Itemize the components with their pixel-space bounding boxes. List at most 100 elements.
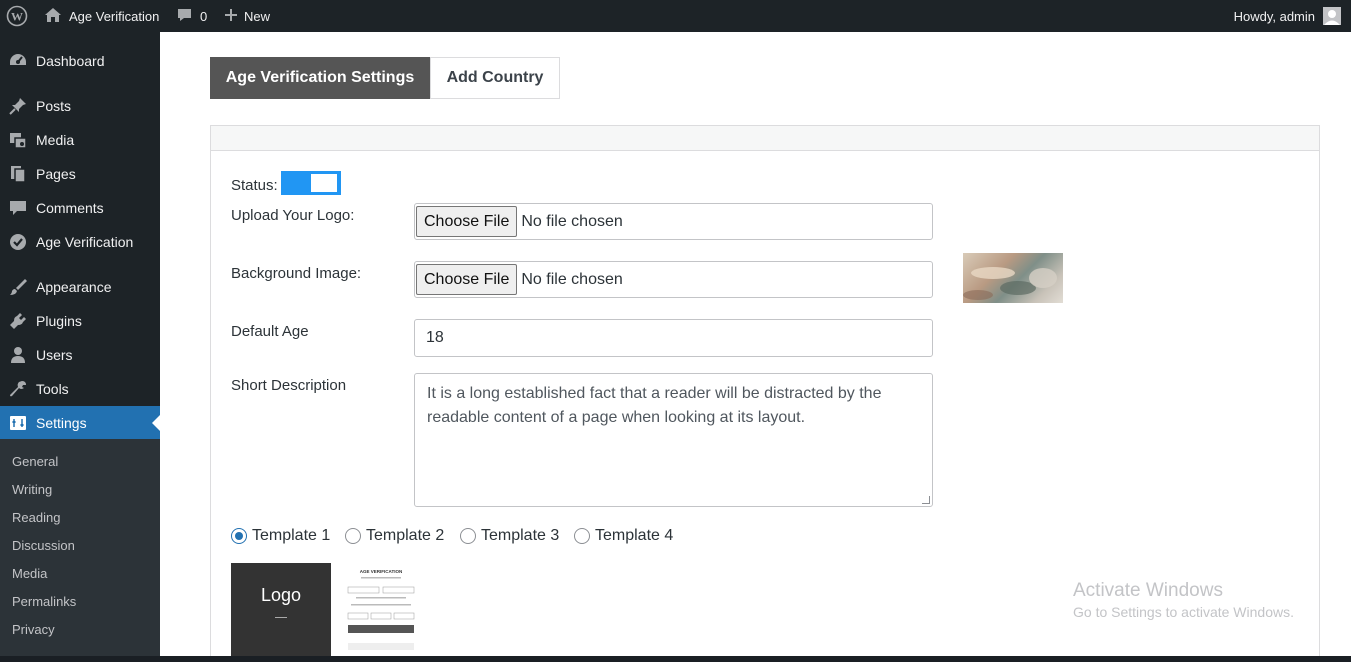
template-preview-form: AGE VERIFICATION — [347, 569, 415, 650]
template-preview-heading: AGE VERIFICATION — [360, 569, 402, 574]
template-4-radio[interactable] — [574, 528, 590, 544]
media-icon — [8, 130, 28, 150]
default-age-input[interactable]: 18 — [414, 319, 933, 357]
comment-bubble-icon — [176, 7, 193, 26]
menu-users[interactable]: Users — [0, 338, 160, 372]
home-icon — [44, 7, 62, 26]
menu-tools[interactable]: Tools — [0, 372, 160, 406]
plus-icon — [224, 8, 238, 25]
menu-label: Dashboard — [36, 53, 105, 69]
menu-comments[interactable]: Comments — [0, 191, 160, 225]
menu-label: Users — [36, 347, 73, 363]
logo-file-status: No file chosen — [521, 212, 623, 230]
howdy-label: Howdy, admin — [1233, 8, 1315, 24]
background-thumbnail — [963, 253, 1063, 303]
background-label: Background Image: — [231, 265, 362, 282]
taskbar-strip — [0, 656, 1351, 662]
svg-text:W: W — [11, 10, 23, 24]
template-2-radio[interactable] — [345, 528, 361, 544]
logo-label: Upload Your Logo: — [231, 207, 355, 224]
menu-label: Media — [36, 132, 75, 148]
short-description-textarea[interactable]: It is a long established fact that a rea… — [414, 373, 933, 507]
tab-add-country[interactable]: Add Country — [430, 57, 560, 99]
toggle-knob — [311, 174, 337, 192]
template-1-label: Template 1 — [252, 527, 331, 544]
wordpress-logo-icon[interactable]: W — [6, 0, 28, 32]
resize-handle-icon[interactable] — [922, 496, 930, 504]
menu-label: Pages — [36, 166, 76, 182]
submenu-general[interactable]: General — [12, 447, 58, 475]
submenu-discussion[interactable]: Discussion — [12, 531, 75, 559]
menu-posts[interactable]: Posts — [0, 89, 160, 123]
menu-age-verification[interactable]: Age Verification — [0, 225, 160, 259]
status-label: Status: — [231, 177, 278, 194]
template-preview-image: Logo AGE VERIFICATION — [231, 563, 431, 662]
user-icon — [8, 345, 28, 365]
template-4-label: Template 4 — [595, 527, 674, 544]
menu-settings[interactable]: Settings — [0, 406, 160, 440]
activate-windows-watermark: Activate Windows Go to Settings to activ… — [1073, 580, 1294, 620]
template-preview-logo-text: Logo — [260, 585, 302, 605]
new-label: New — [244, 8, 271, 24]
comments-count: 0 — [200, 8, 208, 24]
short-description-label: Short Description — [231, 377, 347, 394]
template-3-option[interactable]: Template 3 — [460, 527, 559, 545]
template-4-option[interactable]: Template 4 — [574, 527, 673, 545]
settings-icon — [8, 413, 28, 433]
submenu-permalinks[interactable]: Permalinks — [12, 587, 76, 615]
account-menu[interactable]: Howdy, admin — [1234, 0, 1341, 32]
menu-plugins[interactable]: Plugins — [0, 304, 160, 338]
pin-icon — [8, 96, 28, 116]
avatar — [1323, 7, 1341, 25]
background-file-status: No file chosen — [521, 270, 623, 288]
menu-label: Comments — [36, 200, 104, 216]
background-choose-file-button[interactable]: Choose File — [416, 264, 518, 295]
submenu-reading[interactable]: Reading — [12, 503, 60, 531]
settings-submenu: General Writing Reading Discussion Media… — [0, 439, 160, 662]
watermark-subtitle: Go to Settings to activate Windows. — [1073, 604, 1294, 620]
plug-icon — [8, 311, 28, 331]
site-name-link[interactable]: Age Verification — [44, 0, 159, 32]
logo-choose-file-button[interactable]: Choose File — [416, 206, 518, 237]
admin-sidebar: Dashboard Posts Media Pages Comments Age… — [0, 32, 160, 662]
background-file-input: Choose File No file chosen — [414, 261, 933, 298]
new-content-link[interactable]: New — [224, 0, 270, 32]
menu-label: Posts — [36, 98, 72, 114]
menu-label: Tools — [36, 381, 69, 397]
template-2-option[interactable]: Template 2 — [345, 527, 444, 545]
site-name-label: Age Verification — [69, 8, 160, 24]
menu-label: Appearance — [36, 279, 112, 295]
admin-bar: W Age Verification 0 New Howdy, admin — [0, 0, 1351, 32]
template-3-label: Template 3 — [481, 527, 560, 544]
menu-label: Age Verification — [36, 234, 134, 250]
check-circle-icon — [8, 232, 28, 252]
template-3-radio[interactable] — [460, 528, 476, 544]
template-preview-logo-panel: Logo — [231, 563, 331, 662]
template-1-option[interactable]: Template 1 — [231, 527, 330, 545]
template-2-label: Template 2 — [366, 527, 445, 544]
logo-underline — [275, 617, 287, 618]
menu-label: Settings — [36, 415, 87, 431]
menu-appearance[interactable]: Appearance — [0, 270, 160, 304]
wrench-icon — [8, 379, 28, 399]
tab-age-verification-settings[interactable]: Age Verification Settings — [210, 57, 430, 99]
status-toggle[interactable] — [281, 171, 341, 195]
submenu-privacy[interactable]: Privacy — [12, 615, 55, 643]
watermark-title: Activate Windows — [1073, 580, 1223, 601]
panel-header — [211, 126, 1319, 151]
pages-icon — [8, 164, 28, 184]
comment-icon — [8, 198, 28, 218]
dashboard-icon — [8, 51, 28, 71]
template-1-radio[interactable] — [231, 528, 247, 544]
brush-icon — [8, 277, 28, 297]
submenu-writing[interactable]: Writing — [12, 475, 52, 503]
short-description-text: It is a long established fact that a rea… — [427, 385, 882, 426]
menu-media[interactable]: Media — [0, 123, 160, 157]
submenu-media[interactable]: Media — [12, 559, 47, 587]
menu-label: Plugins — [36, 313, 82, 329]
menu-pages[interactable]: Pages — [0, 157, 160, 191]
logo-file-input: Choose File No file chosen — [414, 203, 933, 240]
menu-dashboard[interactable]: Dashboard — [0, 44, 160, 78]
comments-link[interactable]: 0 — [176, 0, 207, 32]
default-age-label: Default Age — [231, 323, 309, 340]
